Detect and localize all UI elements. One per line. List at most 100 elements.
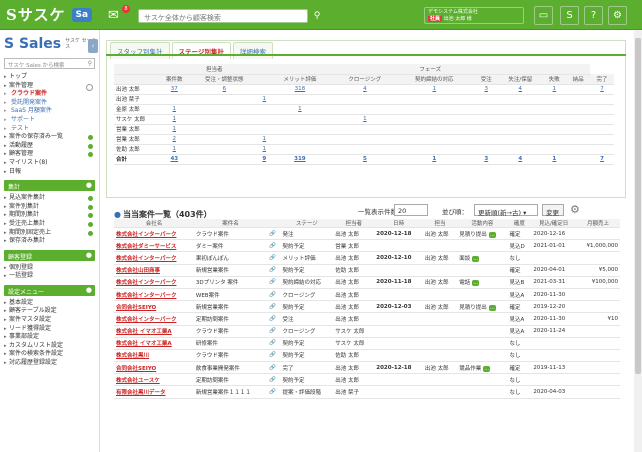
stats-cell[interactable]: 1 bbox=[158, 124, 191, 135]
count-input[interactable]: 20 bbox=[394, 204, 428, 216]
stats-cell[interactable]: 1 bbox=[400, 154, 468, 165]
clip-icon[interactable]: 🔗 bbox=[267, 385, 281, 399]
sidebar-section-item[interactable]: 案件マスタ設定 bbox=[4, 316, 99, 325]
company-link[interactable]: 有限会社黒川データ bbox=[114, 385, 194, 399]
sidebar-section-item[interactable]: 期間別固定売上 bbox=[4, 229, 99, 238]
stats-cell[interactable]: 1 bbox=[258, 94, 271, 105]
stats-cell[interactable]: 1 bbox=[258, 134, 271, 145]
table-row[interactable]: 有限会社黒川データ 新規営業案件１１１１ 🔗 提案・評価段階 出池 栞子 なし 2020-0… bbox=[114, 385, 620, 399]
search-icon[interactable]: ⚲ bbox=[88, 60, 92, 67]
sidebar-item-4[interactable]: SaaS 月額案件 bbox=[4, 107, 99, 116]
stats-cell[interactable]: 3 bbox=[474, 154, 499, 165]
sidebar-section-item[interactable]: 顧客テーブル設定 bbox=[4, 307, 99, 316]
chat-icon[interactable]: … bbox=[488, 231, 496, 238]
table-row[interactable]: 株式会社インターパーク クラウド案件 🔗 発注 出池 太郎 2020-12-18 出池 太郎… bbox=[114, 227, 620, 241]
table-row[interactable]: 株式会社黒川 クラウド案件 🔗 契約予定 佐助 太郎 なし bbox=[114, 349, 620, 363]
sidebar-search-input[interactable]: サスケ Sales から検索 ⚲ bbox=[4, 58, 95, 69]
stats-cell[interactable]: 318 bbox=[270, 84, 330, 95]
stats-cell[interactable]: 1 bbox=[158, 104, 191, 115]
clip-icon[interactable]: 🔗 bbox=[267, 349, 281, 363]
sort-select[interactable]: 更新順(新→古) ▾ bbox=[474, 204, 538, 217]
table-row[interactable]: 株式会社ダミーサービス ダミー案件 🔗 契約予定 営業 太郎 見込D 2021-01-01 ¥… bbox=[114, 239, 620, 253]
stats-cell[interactable]: 4 bbox=[498, 84, 543, 95]
company-link[interactable]: 株式会社インターパーク bbox=[114, 251, 194, 265]
table-row[interactable]: 合同会社SEIYO 新規営業案件 🔗 契約予定 出池 太郎 2020-12-03 出池 太郎… bbox=[114, 300, 620, 314]
sidebar-item-10[interactable]: マイリスト(8) bbox=[4, 159, 99, 168]
table-row[interactable]: 株式会社インターパーク 果初ぽんぽん 🔗 メリット評価 出池 太郎 2020-12-10 出… bbox=[114, 251, 620, 265]
chat-icon[interactable]: … bbox=[488, 304, 496, 311]
company-link[interactable]: 株式会社黒川 bbox=[114, 349, 194, 363]
stats-cell[interactable]: 6 bbox=[190, 84, 259, 95]
gear-icon[interactable]: ⚙ bbox=[570, 203, 580, 216]
chat-icon[interactable]: … bbox=[472, 280, 480, 287]
table-row[interactable]: 株式会社インターパーク 3Dプリンタ 案件 🔗 契約締結の対応 出池 太郎 2020-11… bbox=[114, 276, 620, 289]
stats-cell[interactable]: 3 bbox=[474, 84, 499, 95]
sidebar-collapse-button[interactable]: ‹ bbox=[88, 39, 98, 53]
company-link[interactable]: 合同会社SEIYO bbox=[114, 300, 194, 314]
inbox-icon[interactable]: ✉ bbox=[108, 9, 119, 22]
clip-icon[interactable]: 🔗 bbox=[267, 227, 281, 241]
stats-cell[interactable]: 43 bbox=[158, 154, 191, 165]
company-link[interactable]: 株式会社インターパーク bbox=[114, 276, 194, 289]
company-link[interactable]: 合同会社SEIYO bbox=[114, 361, 194, 375]
stats-cell[interactable]: 1 bbox=[258, 144, 271, 155]
clip-icon[interactable]: 🔗 bbox=[267, 288, 281, 302]
stats-cell[interactable]: 7 bbox=[590, 154, 614, 165]
sidebar-item-9[interactable]: 顧客管理 bbox=[4, 150, 99, 159]
clip-icon[interactable]: 🔗 bbox=[267, 325, 281, 338]
sasuke-icon[interactable]: S bbox=[560, 6, 579, 25]
stats-cell[interactable]: 9 bbox=[258, 154, 271, 165]
sidebar-section-item[interactable]: 一括登録 bbox=[4, 272, 99, 281]
sidebar-section-2[interactable]: 設定メニュー bbox=[4, 284, 95, 296]
sidebar-section-item[interactable]: 保存済み集計 bbox=[4, 237, 99, 246]
sidebar-section-0[interactable]: 集計 bbox=[4, 180, 95, 192]
search-icon[interactable]: ⚲ bbox=[310, 9, 324, 23]
sidebar-section-item[interactable]: 見込案件集計 bbox=[4, 194, 99, 203]
screen-icon[interactable]: ▭ bbox=[534, 6, 553, 25]
global-search-input[interactable]: サスケ全体から顧客検索 bbox=[138, 9, 308, 23]
tab-1[interactable]: ステージ別集計 bbox=[171, 42, 231, 59]
table-row[interactable]: 株式会社 イマオ工業A クラウド案件 🔗 クロージング サスケ 太郎 見込A 2020-11… bbox=[114, 325, 620, 338]
user-info[interactable]: デモシステム株式会社 社員 出池 太郎 様 bbox=[424, 7, 524, 24]
stats-cell[interactable]: 1 bbox=[542, 84, 567, 95]
stats-cell[interactable]: 1 bbox=[270, 104, 330, 115]
stats-cell[interactable]: 4 bbox=[498, 154, 543, 165]
help-icon[interactable]: ? bbox=[584, 6, 603, 25]
clip-icon[interactable]: 🔗 bbox=[267, 361, 281, 375]
company-link[interactable]: 株式会社山田商事 bbox=[114, 264, 194, 277]
company-link[interactable]: 株式会社 イマオ工業A bbox=[114, 325, 194, 338]
sidebar-section-item[interactable]: 事業部設定 bbox=[4, 333, 99, 342]
company-link[interactable]: 株式会社ダミーサービス bbox=[114, 239, 194, 253]
stats-cell[interactable]: 7 bbox=[590, 84, 614, 95]
clip-icon[interactable]: 🔗 bbox=[267, 312, 281, 326]
company-link[interactable]: 株式会社インターパーク bbox=[114, 288, 194, 302]
sidebar-item-0[interactable]: トップ bbox=[4, 73, 99, 82]
clip-icon[interactable]: 🔗 bbox=[267, 264, 281, 277]
gear-icon[interactable]: ⚙ bbox=[608, 6, 627, 25]
stats-cell[interactable]: 4 bbox=[335, 84, 395, 95]
tab-0[interactable]: スタッフ別集計 bbox=[110, 42, 170, 59]
chat-icon[interactable]: … bbox=[483, 365, 491, 372]
change-button[interactable]: 変更 bbox=[542, 204, 564, 217]
sidebar-section-item[interactable]: 対応履歴登録設定 bbox=[4, 359, 99, 368]
sidebar-item-5[interactable]: サポート bbox=[4, 116, 99, 125]
table-row[interactable]: 合同会社SEIYO 飲食事業開発案件 🔗 完了 出池 太郎 2020-12-18 出池 太郎… bbox=[114, 361, 620, 375]
table-row[interactable]: 株式会社山田商事 新規営業案件 🔗 契約予定 佐助 太郎 確定 2020-04-01 ¥5,0… bbox=[114, 264, 620, 277]
sidebar-section-item[interactable]: リード獲得設定 bbox=[4, 325, 99, 334]
stats-cell[interactable]: 1 bbox=[158, 144, 191, 155]
sidebar-item-6[interactable]: テスト bbox=[4, 125, 99, 134]
sidebar-section-item[interactable]: 個別登録 bbox=[4, 264, 99, 273]
company-link[interactable]: 株式会社インターパーク bbox=[114, 312, 194, 326]
company-link[interactable]: 株式会社ユースケ bbox=[114, 373, 194, 387]
app-logo[interactable]: Sサスケ bbox=[6, 4, 66, 25]
clip-icon[interactable]: 🔗 bbox=[267, 300, 281, 314]
sidebar-item-2[interactable]: クラウド案件 bbox=[4, 90, 99, 99]
stats-cell[interactable]: 2 bbox=[158, 134, 191, 145]
sidebar-item-1[interactable]: 案件管理 bbox=[4, 82, 99, 91]
clip-icon[interactable]: 🔗 bbox=[267, 251, 281, 265]
sidebar-section-1[interactable]: 顧客登録 bbox=[4, 249, 95, 261]
stats-cell[interactable]: 319 bbox=[270, 154, 330, 165]
stats-cell[interactable]: 37 bbox=[158, 84, 191, 95]
stats-cell[interactable]: 1 bbox=[542, 154, 567, 165]
sidebar-item-11[interactable]: 日報 bbox=[4, 168, 99, 177]
